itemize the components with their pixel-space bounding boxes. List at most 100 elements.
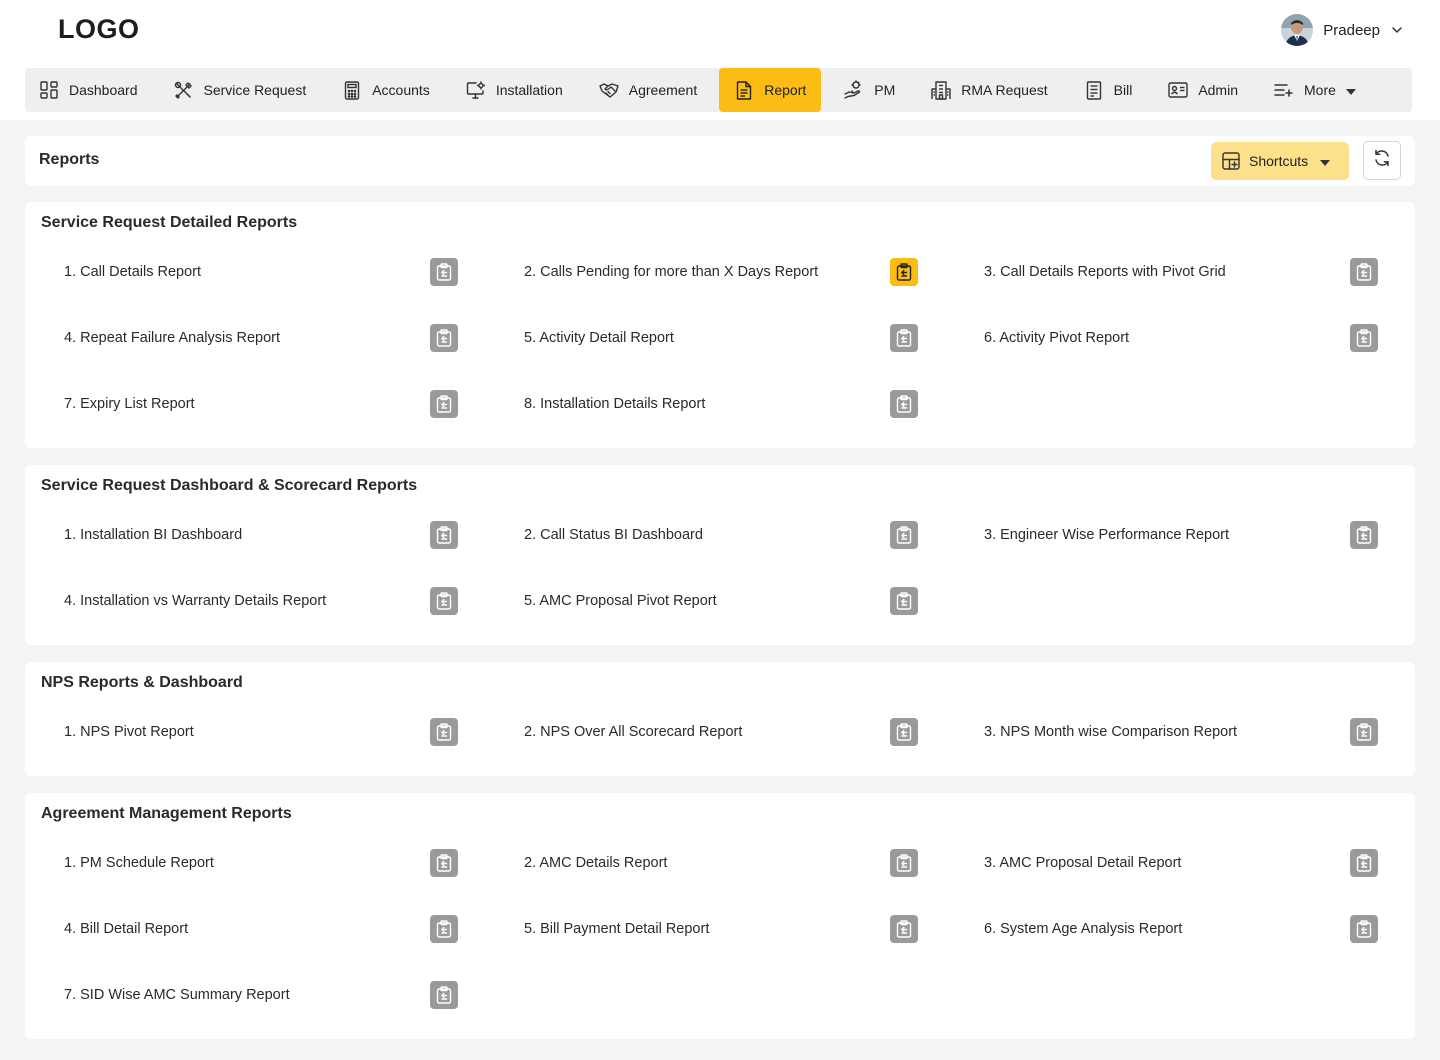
- clipboard-icon: [1356, 723, 1372, 741]
- nav-label: Agreement: [628, 82, 698, 98]
- nav-item-dashboard[interactable]: Dashboard: [39, 68, 157, 112]
- report-open-button[interactable]: [430, 587, 458, 615]
- report-link[interactable]: 7. SID Wise AMC Summary Report: [64, 987, 290, 1003]
- report-open-button[interactable]: [430, 849, 458, 877]
- report-link[interactable]: 1. NPS Pivot Report: [64, 724, 194, 740]
- nav-item-report[interactable]: Report: [719, 68, 822, 112]
- top-bar: LOGO Pradeep Dashboard Service Request A…: [0, 0, 1440, 120]
- report-link[interactable]: 1. Call Details Report: [64, 264, 201, 280]
- caret-down-icon: [1320, 153, 1331, 169]
- report-link[interactable]: 7. Expiry List Report: [64, 396, 195, 412]
- calculator-icon: [342, 80, 362, 100]
- nav-label: Service Request: [203, 82, 307, 98]
- report-link[interactable]: 3. Call Details Reports with Pivot Grid: [984, 264, 1226, 280]
- report-open-button[interactable]: [1350, 849, 1378, 877]
- report-open-button[interactable]: [1350, 718, 1378, 746]
- clipboard-icon: [896, 723, 912, 741]
- report-open-button[interactable]: [890, 718, 918, 746]
- report-item: 3. Call Details Reports with Pivot Grid: [984, 258, 1404, 288]
- report-open-button[interactable]: [890, 324, 918, 352]
- report-open-button[interactable]: [430, 718, 458, 746]
- report-open-button[interactable]: [430, 521, 458, 549]
- nav-item-rma-request[interactable]: RMA Request: [931, 68, 1066, 112]
- clipboard-icon: [1356, 920, 1372, 938]
- shortcuts-button[interactable]: Shortcuts: [1211, 142, 1349, 180]
- nav-item-admin[interactable]: Admin: [1168, 68, 1257, 112]
- report-open-button[interactable]: [1350, 258, 1378, 286]
- report-item: 2. Call Status BI Dashboard: [524, 521, 944, 551]
- caret-down-icon: [1345, 82, 1356, 98]
- report-item: 7. Expiry List Report: [64, 390, 484, 420]
- clipboard-icon: [1356, 854, 1372, 872]
- report-item: 2. Calls Pending for more than X Days Re…: [524, 258, 944, 288]
- report-open-button[interactable]: [890, 915, 918, 943]
- report-link[interactable]: 4. Repeat Failure Analysis Report: [64, 330, 280, 346]
- report-item: 6. System Age Analysis Report: [984, 915, 1404, 945]
- report-item: 4. Installation vs Warranty Details Repo…: [64, 587, 484, 617]
- report-link[interactable]: 2. AMC Details Report: [524, 855, 667, 871]
- report-section: NPS Reports & Dashboard 1. NPS Pivot Rep…: [25, 662, 1415, 776]
- report-link[interactable]: 6. Activity Pivot Report: [984, 330, 1129, 346]
- report-link[interactable]: 1. Installation BI Dashboard: [64, 527, 242, 543]
- clipboard-icon: [436, 526, 452, 544]
- report-link[interactable]: 4. Installation vs Warranty Details Repo…: [64, 593, 326, 609]
- report-link[interactable]: 5. Bill Payment Detail Report: [524, 921, 709, 937]
- report-link[interactable]: 2. NPS Over All Scorecard Report: [524, 724, 742, 740]
- report-link[interactable]: 3. AMC Proposal Detail Report: [984, 855, 1181, 871]
- report-open-button[interactable]: [890, 521, 918, 549]
- report-link[interactable]: 6. System Age Analysis Report: [984, 921, 1182, 937]
- report-link[interactable]: 5. Activity Detail Report: [524, 330, 674, 346]
- section-title: Agreement Management Reports: [41, 805, 292, 822]
- report-link[interactable]: 8. Installation Details Report: [524, 396, 705, 412]
- report-link[interactable]: 2. Call Status BI Dashboard: [524, 527, 703, 543]
- report-item: 6. Activity Pivot Report: [984, 324, 1404, 354]
- clipboard-icon: [896, 329, 912, 347]
- report-open-button[interactable]: [1350, 521, 1378, 549]
- report-open-button[interactable]: [430, 258, 458, 286]
- building-icon: [931, 80, 951, 100]
- report-link[interactable]: 4. Bill Detail Report: [64, 921, 188, 937]
- nav-label: Bill: [1113, 82, 1133, 98]
- report-open-button[interactable]: [890, 587, 918, 615]
- report-link[interactable]: 5. AMC Proposal Pivot Report: [524, 593, 717, 609]
- report-open-button[interactable]: [890, 390, 918, 418]
- clipboard-icon: [1356, 526, 1372, 544]
- nav-item-more[interactable]: More: [1274, 68, 1375, 112]
- nav-item-installation[interactable]: Installation: [466, 68, 582, 112]
- hand-service-icon: [844, 80, 864, 100]
- nav-item-bill[interactable]: Bill: [1084, 68, 1152, 112]
- nav-label: Report: [764, 82, 807, 98]
- report-item: 7. SID Wise AMC Summary Report: [64, 981, 484, 1011]
- report-link[interactable]: 3. Engineer Wise Performance Report: [984, 527, 1229, 543]
- clipboard-icon: [436, 592, 452, 610]
- report-item: 1. PM Schedule Report: [64, 849, 484, 879]
- id-card-icon: [1168, 80, 1189, 100]
- clipboard-icon: [436, 920, 452, 938]
- nav-item-service-request[interactable]: Service Request: [174, 68, 326, 112]
- nav-item-accounts[interactable]: Accounts: [342, 68, 449, 112]
- report-open-button[interactable]: [1350, 915, 1378, 943]
- report-open-button[interactable]: [430, 324, 458, 352]
- report-link[interactable]: 2. Calls Pending for more than X Days Re…: [524, 264, 818, 280]
- user-menu[interactable]: Pradeep: [1281, 13, 1404, 47]
- report-open-button[interactable]: [430, 390, 458, 418]
- report-open-button[interactable]: [430, 981, 458, 1009]
- report-open-button[interactable]: [1350, 324, 1378, 352]
- report-open-button[interactable]: [890, 849, 918, 877]
- report-link[interactable]: 1. PM Schedule Report: [64, 855, 214, 871]
- report-section: Service Request Detailed Reports 1. Call…: [25, 202, 1415, 448]
- report-item: 4. Bill Detail Report: [64, 915, 484, 945]
- nav-item-agreement[interactable]: Agreement: [599, 68, 716, 112]
- report-open-button[interactable]: [430, 915, 458, 943]
- report-item: 8. Installation Details Report: [524, 390, 944, 420]
- bill-document-icon: [1084, 80, 1104, 100]
- nav-item-pm[interactable]: PM: [844, 68, 914, 112]
- report-link[interactable]: 3. NPS Month wise Comparison Report: [984, 724, 1237, 740]
- report-section: Agreement Management Reports 1. PM Sched…: [25, 793, 1415, 1039]
- nav-label: Admin: [1198, 82, 1238, 98]
- nav-label: PM: [874, 82, 896, 98]
- report-open-button[interactable]: [890, 258, 918, 286]
- page-title: Reports: [39, 151, 100, 168]
- refresh-button[interactable]: [1363, 141, 1401, 180]
- clipboard-icon: [436, 723, 452, 741]
